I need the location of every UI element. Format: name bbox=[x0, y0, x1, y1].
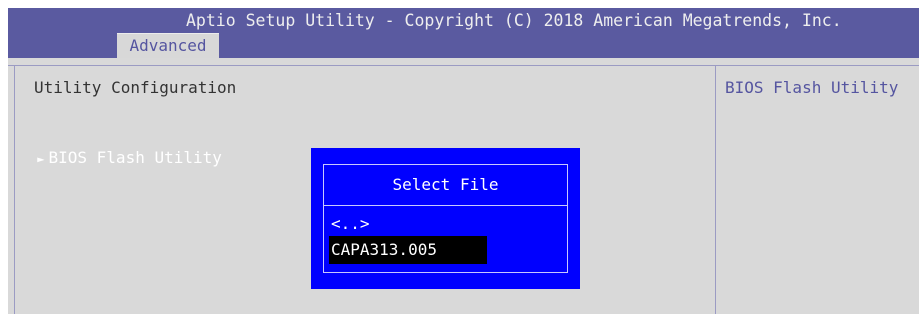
help-text: BIOS Flash Utility bbox=[725, 78, 899, 97]
right-triangle-icon: ► bbox=[37, 152, 45, 166]
dialog-title: Select File bbox=[323, 164, 568, 206]
section-title: Utility Configuration bbox=[34, 78, 237, 97]
app-title: Aptio Setup Utility - Copyright (C) 2018… bbox=[186, 11, 842, 30]
help-panel-divider bbox=[715, 65, 716, 314]
file-list: <..> CAPA313.005 bbox=[323, 206, 568, 273]
frame-divider-top bbox=[8, 65, 919, 66]
menu-item-label: BIOS Flash Utility bbox=[48, 148, 222, 167]
select-file-dialog: Select File <..> CAPA313.005 bbox=[311, 148, 580, 289]
frame-divider-left bbox=[14, 65, 15, 314]
tab-advanced[interactable]: Advanced bbox=[117, 33, 219, 58]
file-list-item-parent-dir[interactable]: <..> bbox=[329, 210, 370, 238]
menu-item-bios-flash-utility[interactable]: ► BIOS Flash Utility bbox=[18, 125, 222, 170]
file-list-item-selected[interactable]: CAPA313.005 bbox=[329, 236, 487, 264]
